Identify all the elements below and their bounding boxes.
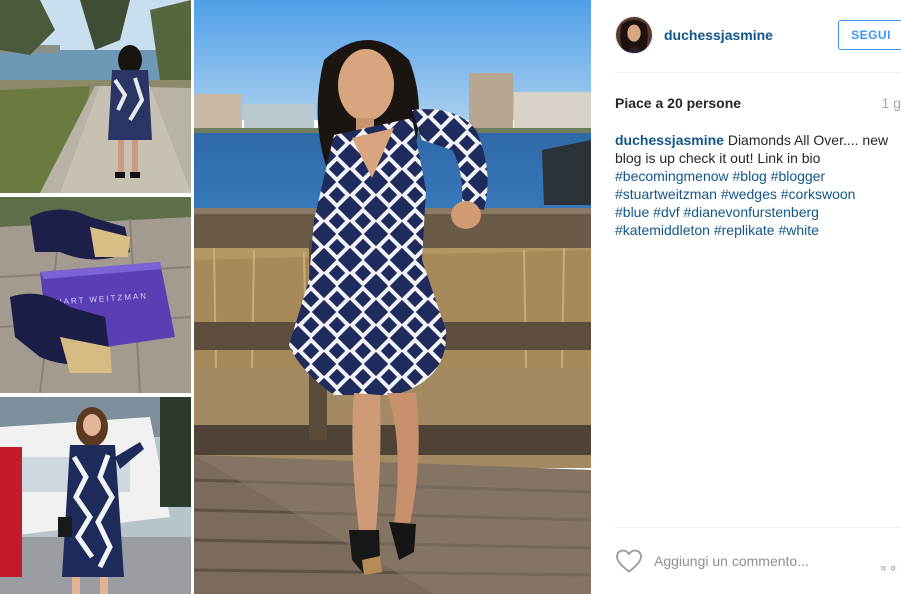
username-link[interactable]: duchessjasmine bbox=[664, 27, 773, 43]
divider bbox=[615, 527, 901, 528]
collage-photo-shoes: STUART WEITZMAN bbox=[0, 197, 191, 393]
follow-button[interactable]: SEGUI bbox=[838, 20, 901, 50]
hashtag-link[interactable]: #corkswoon bbox=[781, 186, 856, 202]
hashtag-link[interactable]: #stuartweitzman bbox=[615, 186, 717, 202]
post-media[interactable]: STUART WEITZMAN bbox=[0, 0, 591, 594]
caption-author-link[interactable]: duchessjasmine bbox=[615, 132, 724, 148]
main-photo bbox=[194, 0, 591, 594]
likes-count[interactable]: Piace a 20 persone bbox=[615, 95, 741, 111]
hashtag-link[interactable]: #blog bbox=[733, 168, 767, 184]
post-sidebar: duchessjasmine SEGUI Piace a 20 persone … bbox=[591, 0, 901, 594]
hashtag-link[interactable]: #replikate bbox=[714, 222, 775, 238]
hashtag-link[interactable]: #white bbox=[778, 222, 818, 238]
heart-outline-icon[interactable] bbox=[615, 548, 643, 574]
collage-photo-inspiration bbox=[0, 397, 191, 594]
post-header: duchessjasmine SEGUI bbox=[615, 14, 901, 56]
hashtag-link[interactable]: #katemiddleton bbox=[615, 222, 710, 238]
divider bbox=[615, 72, 901, 73]
collage-photo-walking bbox=[0, 0, 191, 193]
hashtag-link[interactable]: #dianevonfurstenberg bbox=[684, 204, 819, 220]
hashtag-link[interactable]: #becomingmenow bbox=[615, 168, 729, 184]
hashtag-link[interactable]: #wedges bbox=[721, 186, 777, 202]
more-options-icon[interactable]: ∘∘∘ bbox=[879, 559, 901, 576]
avatar[interactable] bbox=[615, 16, 653, 54]
hashtag-link[interactable]: #blogger bbox=[771, 168, 826, 184]
comment-input[interactable]: Aggiungi un commento... bbox=[654, 553, 809, 569]
post-timestamp[interactable]: 1 g bbox=[882, 95, 901, 111]
hashtag-link[interactable]: #blue bbox=[615, 204, 649, 220]
hashtag-link[interactable]: #dvf bbox=[653, 204, 679, 220]
post-actions: Aggiungi un commento... ∘∘∘ bbox=[615, 545, 901, 577]
post-caption: duchessjasmine Diamonds All Over.... new… bbox=[615, 131, 897, 239]
